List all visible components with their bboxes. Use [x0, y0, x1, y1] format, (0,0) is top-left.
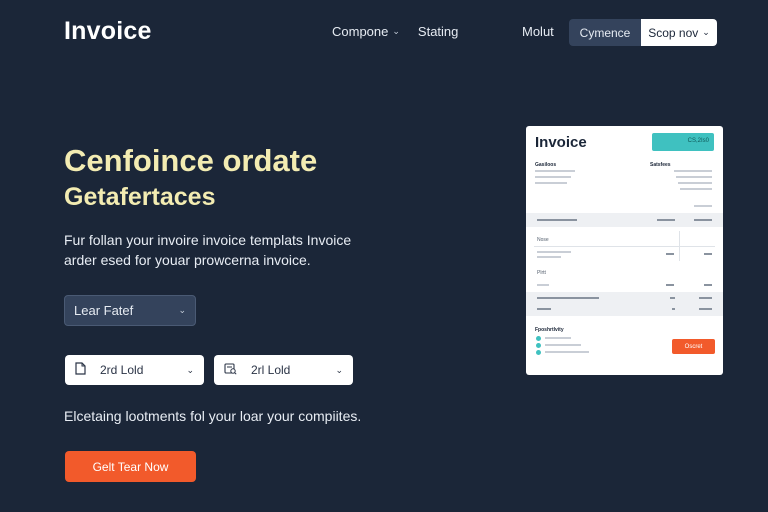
text-line	[670, 297, 675, 299]
invoice-preview: Invoice CS,2Is0 Gasiloos Satsfees Nose P…	[526, 126, 723, 375]
text-line	[699, 297, 712, 299]
text-line	[545, 351, 589, 353]
get-started-button-label: Gelt Tear Now	[92, 459, 169, 474]
text-line	[666, 284, 674, 286]
to-heading: Satsfees	[650, 162, 671, 168]
cymence-button[interactable]: Cymence	[569, 19, 641, 46]
hero-title: Cenfoince ordate	[64, 143, 318, 178]
text-line	[545, 337, 571, 339]
template-select-value: Lear Fatef	[74, 303, 134, 318]
text-line	[694, 205, 712, 207]
text-line	[694, 219, 712, 221]
text-line	[537, 308, 551, 310]
text-line	[678, 182, 712, 184]
nav-item-compone[interactable]: Compone ⌄	[332, 24, 400, 39]
check-icon	[536, 336, 541, 341]
chevron-down-icon: ⌄	[702, 27, 710, 37]
get-started-button[interactable]: Gelt Tear Now	[65, 451, 196, 482]
template-select[interactable]: Lear Fatef ⌄	[64, 295, 196, 326]
cymence-button-label: Cymence	[579, 25, 631, 40]
text-line	[672, 308, 675, 310]
invoice-action-button[interactable]: Oscret	[672, 339, 715, 354]
date-field-start[interactable]: 2rd Lold ⌄	[65, 355, 204, 385]
calendar-search-icon	[224, 362, 237, 378]
nav-item-label: Stating	[417, 24, 459, 39]
text-line	[537, 219, 577, 221]
text-line	[537, 251, 571, 253]
text-line	[676, 176, 712, 178]
check-icon	[536, 350, 541, 355]
text-line	[545, 344, 581, 346]
date-field-end[interactable]: 2rl Lold ⌄	[214, 355, 353, 385]
check-icon	[536, 343, 541, 348]
scop-nov-button[interactable]: Scop nov ⌄	[641, 19, 717, 46]
text-line	[537, 284, 549, 286]
file-icon	[75, 362, 86, 378]
tagline: Elcetaing lootments fol your loar your c…	[64, 408, 362, 424]
chevron-down-icon: ⌄	[392, 26, 400, 36]
section-heading: Plrtt	[537, 270, 546, 276]
text-line	[674, 170, 712, 172]
chevron-down-icon: ⌄	[178, 305, 186, 315]
nav-item-stating[interactable]: Stating	[418, 24, 458, 39]
text-line	[680, 188, 712, 190]
totals-block	[526, 292, 723, 316]
invoice-preview-title: Invoice	[535, 134, 587, 151]
text-line	[704, 284, 712, 286]
nav-item-label: Compone	[332, 24, 389, 39]
text-line	[537, 256, 561, 258]
main-nav: Compone ⌄ Stating	[332, 24, 458, 39]
text-line	[537, 297, 599, 299]
scop-nov-button-label: Scop nov	[648, 25, 699, 40]
invoice-badge: CS,2Is0	[652, 133, 714, 151]
date-field-value: 2rd Lold	[100, 363, 144, 377]
from-heading: Gasiloos	[535, 162, 557, 168]
text-line	[535, 182, 567, 184]
nav-link-molut[interactable]: Molut	[522, 24, 554, 39]
divider	[534, 246, 715, 247]
chevron-down-icon: ⌄	[335, 364, 343, 375]
hero-description: Fur follan your invoire invoice templats…	[64, 232, 352, 268]
footer-heading: Fposhrtlvity	[535, 327, 564, 333]
text-line	[535, 176, 571, 178]
text-line	[535, 170, 575, 172]
chevron-down-icon: ⌄	[186, 364, 194, 375]
text-line	[699, 308, 712, 310]
text-line	[704, 253, 712, 255]
section-heading: Nose	[537, 237, 549, 243]
text-line	[657, 219, 675, 221]
logo[interactable]: Invoice	[64, 17, 152, 46]
date-field-value: 2rl Lold	[251, 363, 291, 377]
hero-subtitle: Getafertaces	[64, 183, 216, 211]
text-line	[666, 253, 674, 255]
